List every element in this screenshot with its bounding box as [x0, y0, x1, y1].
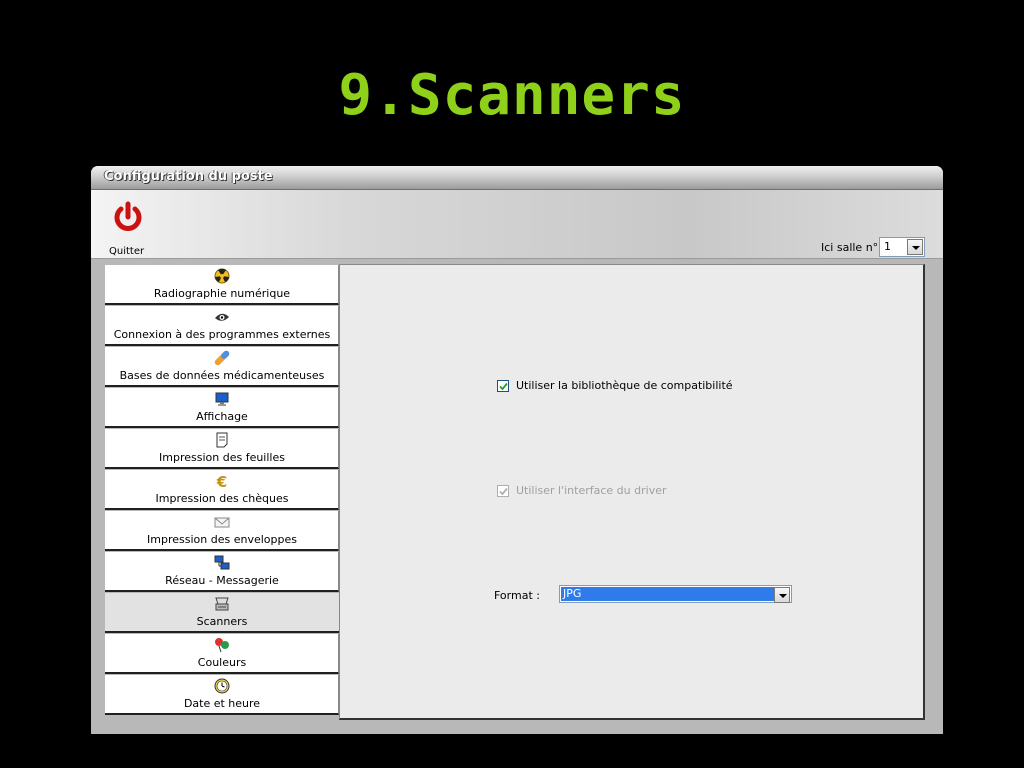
nav-item-affichage[interactable]: Affichage [105, 388, 339, 428]
nav-item-label: Impression des feuilles [159, 451, 285, 464]
nav-item-date-heure[interactable]: Date et heure [105, 675, 339, 715]
nav-item-radiographie[interactable]: Radiographie numérique [105, 265, 339, 305]
document-icon [216, 432, 228, 448]
scanners-panel: Utiliser la bibliothèque de compatibilit… [339, 264, 925, 720]
nav-item-label: Connexion à des programmes externes [113, 328, 331, 341]
checkmark-icon [499, 487, 508, 496]
nav-item-label: Couleurs [197, 656, 247, 669]
format-select[interactable]: JPG [559, 585, 792, 603]
nav-item-label: Scanners [196, 615, 248, 628]
colors-icon [215, 638, 229, 653]
nav-item-label: Radiographie numérique [153, 287, 291, 300]
nav-item-reseau[interactable]: Réseau - Messagerie [105, 552, 339, 592]
nav-item-label: Impression des enveloppes [147, 533, 297, 546]
monitor-icon [215, 392, 229, 406]
settings-nav: Radiographie numérique Connexion à des p… [105, 265, 341, 717]
nav-item-connexion[interactable]: Connexion à des programmes externes [105, 306, 339, 346]
envelope-icon [214, 517, 230, 528]
nav-item-label: Réseau - Messagerie [165, 574, 279, 587]
svg-text:€: € [216, 473, 227, 489]
nav-item-label: Impression des chèques [155, 492, 289, 505]
quit-label: Quitter [109, 246, 145, 257]
network-icon [214, 555, 230, 570]
nav-item-label: Affichage [196, 410, 248, 423]
window-titlebar[interactable]: Configuration du poste [91, 166, 943, 190]
format-dropdown-button[interactable] [774, 587, 790, 603]
room-dropdown-button[interactable] [907, 239, 923, 255]
slide-title: 9.Scanners [338, 63, 686, 128]
eye-icon [215, 313, 229, 321]
room-select[interactable]: 1 [879, 237, 925, 257]
nav-item-medicaments[interactable]: Bases de données médicamenteuses [105, 347, 339, 387]
compat-library-checkbox[interactable] [497, 380, 509, 392]
scanner-icon [215, 597, 229, 611]
power-icon [114, 201, 142, 231]
compat-library-label: Utiliser la bibliothèque de compatibilit… [516, 379, 733, 392]
nav-item-feuilles[interactable]: Impression des feuilles [105, 429, 339, 469]
format-label: Format : [494, 589, 540, 602]
nav-item-label: Date et heure [183, 697, 261, 710]
driver-interface-checkbox[interactable] [497, 485, 509, 497]
nav-item-enveloppes[interactable]: Impression des enveloppes [105, 511, 339, 551]
nav-item-label: Bases de données médicamenteuses [119, 369, 325, 382]
configuration-window: Configuration du poste Quitter Ici salle… [91, 166, 943, 734]
room-label: Ici salle n° [821, 241, 879, 254]
toolbar: Quitter Ici salle n° 1 [91, 190, 943, 259]
quit-button[interactable]: Quitter [105, 200, 149, 257]
euro-icon: € [216, 473, 227, 489]
window-title: Configuration du poste [104, 169, 273, 184]
room-value: 1 [884, 240, 891, 253]
format-value: JPG [561, 587, 774, 601]
pill-icon [214, 350, 230, 366]
body-area: Radiographie numérique Connexion à des p… [91, 259, 943, 734]
nav-item-couleurs[interactable]: Couleurs [105, 634, 339, 674]
checkmark-icon [499, 382, 508, 391]
driver-interface-label: Utiliser l'interface du driver [516, 484, 667, 497]
nav-item-scanners[interactable]: Scanners [105, 593, 341, 633]
nav-item-cheques[interactable]: € Impression des chèques [105, 470, 339, 510]
radiation-icon [214, 268, 230, 284]
clock-icon [214, 678, 230, 694]
